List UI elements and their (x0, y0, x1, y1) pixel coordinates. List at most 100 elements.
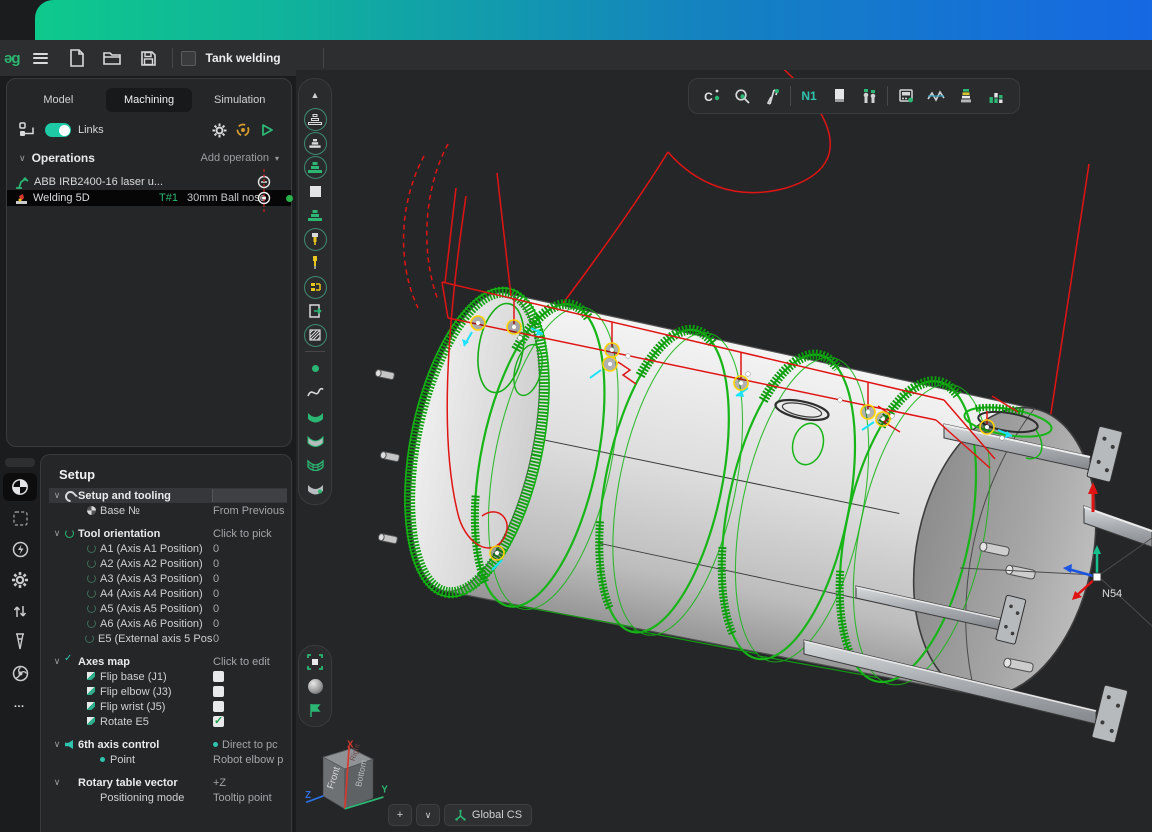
setup-row[interactable]: ∨ Flip base (J1) (49, 669, 287, 684)
scene-3d[interactable]: N54 (296, 70, 1152, 832)
add-operation-button[interactable]: Add operation▾ (200, 152, 279, 164)
main-menu-button[interactable] (26, 46, 56, 70)
inspect-button[interactable] (727, 82, 757, 110)
setup-row[interactable]: ∨ Base № From Previous (49, 503, 287, 518)
viewport-3d[interactable]: N54 ▲ (296, 70, 1152, 832)
setup-row-value[interactable]: 0 (213, 603, 287, 615)
machine-outline-button[interactable] (301, 107, 329, 131)
document-checkbox[interactable] (181, 51, 196, 66)
tab-model[interactable]: Model (15, 88, 102, 112)
setup-row-value[interactable]: 0 (213, 543, 287, 555)
stack-light-button[interactable] (951, 82, 981, 110)
rail-strategy-button[interactable] (3, 535, 37, 563)
gcode-export-button[interactable] (301, 299, 329, 323)
tank-model[interactable] (380, 275, 1122, 723)
mesh-circled-button[interactable] (301, 323, 329, 347)
surface-grid-button[interactable] (301, 452, 329, 476)
tool-circled-button[interactable] (301, 227, 329, 251)
setup-row-value[interactable]: Direct to pc (213, 739, 287, 751)
machine-cs-button[interactable]: C (697, 82, 727, 110)
setup-row-value[interactable] (213, 716, 287, 727)
setup-row[interactable]: ∨ Setup and tooling (49, 488, 287, 503)
rail-reorder-button[interactable] (3, 597, 37, 625)
suppress-state-icon[interactable] (257, 175, 271, 189)
setup-row[interactable]: ∨ Positioning mode Tooltip point (49, 790, 287, 805)
checkbox[interactable] (213, 686, 224, 697)
tree-row-welding[interactable]: Welding 5D T#1 30mm Ball nose (7, 190, 291, 206)
chevron-down-icon[interactable]: ∨ (51, 777, 63, 788)
run-simulation-button[interactable] (255, 123, 279, 137)
setup-row[interactable]: ∨ A1 (Axis A1 Position) 0 (49, 541, 287, 556)
setup-row-value[interactable]: 0 (213, 633, 287, 645)
checkbox[interactable] (213, 671, 224, 682)
setup-row[interactable]: ∨ A3 (Axis A3 Position) 0 (49, 571, 287, 586)
chevron-down-icon[interactable]: ∨ (51, 528, 63, 539)
setup-row[interactable]: ∨ Rotary table vector +Z (49, 775, 287, 790)
statistics-button[interactable] (981, 82, 1011, 110)
setup-row[interactable]: ∨ Rotate E5 (49, 714, 287, 729)
rail-datum-button[interactable] (3, 473, 37, 501)
setup-row-value[interactable] (212, 489, 287, 502)
rail-selection-button[interactable] (3, 504, 37, 532)
setup-row-value[interactable]: 0 (213, 558, 287, 570)
checkbox[interactable] (213, 701, 224, 712)
machine-green-button[interactable] (301, 203, 329, 227)
stock-sheet-button[interactable] (824, 82, 854, 110)
surface-green-button[interactable] (301, 404, 329, 428)
surface-point-button[interactable] (301, 476, 329, 500)
new-file-button[interactable] (62, 46, 92, 70)
setup-row-value[interactable]: Click to edit (213, 656, 287, 668)
rail-tool-button[interactable] (3, 628, 37, 656)
point-display-button[interactable] (301, 356, 329, 380)
setup-row-value[interactable]: 0 (213, 573, 287, 585)
tool-joints-button[interactable] (854, 82, 884, 110)
shading-mode-button[interactable] (301, 674, 329, 698)
setup-row-value[interactable]: 0 (213, 588, 287, 600)
setup-row-value[interactable] (213, 671, 287, 682)
setup-row[interactable]: ∨ 6th axis control Direct to pc (49, 737, 287, 752)
rail-more-button[interactable]: … (3, 690, 37, 718)
setup-row-value[interactable] (213, 701, 287, 712)
curve-display-button[interactable] (301, 380, 329, 404)
setup-row[interactable]: ∨ E5 (External axis 5 Position) 0 (49, 631, 287, 646)
control-panel-button[interactable] (891, 82, 921, 110)
links-toggle[interactable] (45, 123, 71, 137)
setup-row[interactable]: ∨ Point Robot elbow p (49, 752, 287, 767)
chevron-down-icon[interactable]: ∨ (51, 656, 63, 667)
rail-turbine-button[interactable] (3, 659, 37, 687)
links-recalc-button[interactable] (231, 122, 255, 138)
flag-button[interactable] (301, 698, 329, 722)
clamp-circled-button[interactable] (301, 275, 329, 299)
gcode-view-button[interactable]: N1 (794, 82, 824, 110)
scroll-up-button[interactable]: ▲ (301, 83, 329, 107)
tab-machining[interactable]: Machining (106, 88, 193, 112)
setup-row[interactable]: ∨ Flip elbow (J3) (49, 684, 287, 699)
chevron-down-icon[interactable]: ∨ (19, 153, 26, 164)
cs-dropdown-button[interactable]: ∨ (416, 804, 440, 826)
waveform-button[interactable] (921, 82, 951, 110)
setup-row[interactable]: ∨ A4 (Axis A4 Position) 0 (49, 586, 287, 601)
fit-view-button[interactable] (301, 650, 329, 674)
view-cube[interactable]: Front Bottom Right X Y Z (304, 740, 390, 826)
tree-row-robot[interactable]: ABB IRB2400-16 laser u... (7, 174, 291, 190)
surface-grey-button[interactable] (301, 428, 329, 452)
setup-row[interactable]: ∨ A6 (Axis A6 Position) 0 (49, 616, 287, 631)
setup-row-value[interactable]: Tooltip point (213, 792, 287, 804)
setup-row[interactable]: ∨ Flip wrist (J5) (49, 699, 287, 714)
setup-row[interactable]: ∨ A5 (Axis A5 Position) 0 (49, 601, 287, 616)
chevron-down-icon[interactable]: ∨ (51, 490, 63, 501)
setup-row[interactable]: ∨ Axes map Click to edit (49, 654, 287, 669)
setup-row-value[interactable]: Robot elbow p (213, 754, 287, 766)
setup-row-value[interactable] (213, 686, 287, 697)
add-cs-button[interactable]: + (388, 804, 412, 826)
open-file-button[interactable] (98, 46, 128, 70)
tool-small-button[interactable] (301, 251, 329, 275)
machine-green-circled-button[interactable] (301, 155, 329, 179)
setup-row[interactable]: ∨ Tool orientation Click to pick (49, 526, 287, 541)
measure-button[interactable] (757, 82, 787, 110)
checkbox[interactable] (213, 716, 224, 727)
setup-row-value[interactable]: 0 (213, 618, 287, 630)
global-cs-button[interactable]: Global CS (444, 804, 532, 826)
setup-row-value[interactable]: Click to pick (213, 528, 287, 540)
setup-row[interactable]: ∨ A2 (Axis A2 Position) 0 (49, 556, 287, 571)
